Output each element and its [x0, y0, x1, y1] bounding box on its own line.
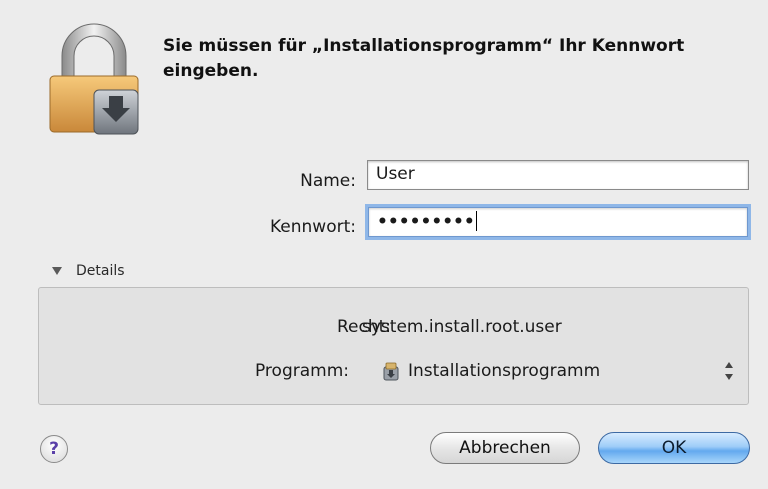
program-value: Installationsprogramm — [408, 361, 601, 381]
name-field[interactable]: User — [367, 160, 749, 190]
details-panel: Recht: system.install.root.user Programm… — [38, 287, 749, 405]
stepper-icon[interactable] — [724, 358, 734, 384]
installer-icon — [383, 362, 399, 381]
name-value: User — [376, 164, 415, 184]
text-caret — [475, 211, 478, 231]
ok-button[interactable]: OK — [598, 432, 750, 464]
password-label: Kennwort: — [270, 217, 356, 237]
details-toggle[interactable]: Details — [52, 263, 125, 279]
cancel-button[interactable]: Abbrechen — [430, 432, 580, 464]
prompt-message: Sie müssen für „Installationsprogramm“ I… — [163, 36, 685, 81]
password-value: ••••••••• — [377, 212, 475, 232]
name-label: Name: — [300, 171, 356, 191]
help-button[interactable]: ? — [40, 435, 68, 463]
details-toggle-label: Details — [76, 263, 125, 279]
program-popup[interactable]: Installationsprogramm — [382, 361, 600, 381]
program-label: Programm: — [254, 361, 349, 381]
disclosure-triangle-icon[interactable] — [52, 267, 62, 275]
password-field[interactable]: ••••••••• — [368, 207, 748, 237]
right-value: system.install.root.user — [362, 317, 562, 337]
authentication-dialog: Sie müssen für „Installationsprogramm“ I… — [0, 0, 768, 489]
lock-icon — [49, 23, 139, 135]
